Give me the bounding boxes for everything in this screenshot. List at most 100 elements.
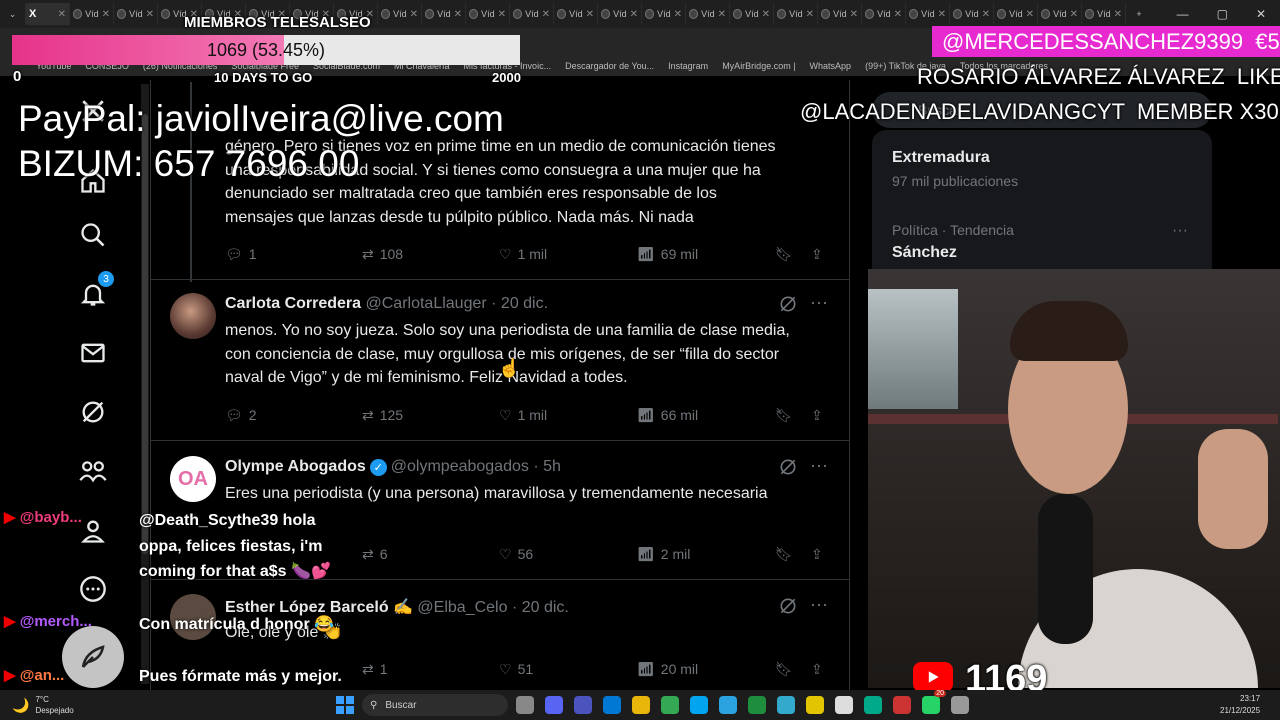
search-icon[interactable] <box>78 220 108 250</box>
communities-icon[interactable] <box>78 456 108 486</box>
browser-tab[interactable]: Víd ✕ <box>70 3 114 25</box>
like-button[interactable]: ♡ 56 <box>499 546 533 563</box>
more-options-icon[interactable]: ··· <box>810 292 828 313</box>
close-icon[interactable]: ✕ <box>102 9 110 20</box>
share-button[interactable]: ⇪ <box>811 246 823 263</box>
avatar[interactable] <box>170 293 216 339</box>
bookmark-item[interactable]: MyAirBridge.com | <box>722 61 795 71</box>
retweet-button[interactable]: ⇄ 6 <box>362 546 388 563</box>
taskbar-app-icon[interactable] <box>545 696 563 714</box>
bookmark-item[interactable]: Instagram <box>668 61 708 71</box>
taskbar-app-icon[interactable] <box>806 696 824 714</box>
close-icon[interactable]: ✕ <box>806 9 814 20</box>
grok-icon[interactable] <box>778 596 798 621</box>
close-icon[interactable]: ✕ <box>674 9 682 20</box>
taskbar-app-icon[interactable] <box>574 696 592 714</box>
retweet-button[interactable]: ⇄ 108 <box>362 246 403 263</box>
close-window-icon[interactable]: ✕ <box>1256 7 1266 21</box>
taskbar-app-icon[interactable] <box>719 696 737 714</box>
close-icon[interactable]: ✕ <box>586 9 594 20</box>
taskbar-app-icon[interactable] <box>516 696 534 714</box>
close-icon[interactable]: ✕ <box>542 9 550 20</box>
close-icon[interactable]: ✕ <box>498 9 506 20</box>
close-icon[interactable]: ✕ <box>1070 9 1078 20</box>
taskbar-app-icon[interactable] <box>893 696 911 714</box>
taskbar-app-icon[interactable] <box>603 696 621 714</box>
browser-tab[interactable]: Víd ✕ <box>730 3 774 25</box>
browser-tab[interactable]: Víd ✕ <box>466 3 510 25</box>
browser-tab[interactable]: Víd ✕ <box>994 3 1038 25</box>
close-icon[interactable]: ✕ <box>58 9 66 20</box>
bookmark-item[interactable]: Descargador de You... <box>565 61 654 71</box>
trend-item[interactable]: Política · Tendencia Sánchez <box>892 222 1014 262</box>
notifications-icon[interactable]: 3 <box>78 271 114 309</box>
bookmark-button[interactable]: 🔖︎ <box>775 246 793 263</box>
browser-tab[interactable]: Víd ✕ <box>378 3 422 25</box>
close-icon[interactable]: ✕ <box>630 9 638 20</box>
taskbar-app-icon[interactable]: 20 <box>922 690 946 714</box>
close-icon[interactable]: ✕ <box>850 9 858 20</box>
close-icon[interactable]: ✕ <box>146 9 154 20</box>
views-button[interactable]: 📶︎ 2 mil <box>637 546 690 563</box>
browser-tab[interactable]: Víd ✕ <box>598 3 642 25</box>
taskbar-search[interactable]: ⚲ Buscar <box>362 694 508 716</box>
maximize-icon[interactable]: ▢ <box>1217 7 1228 21</box>
bookmark-button[interactable]: 🔖︎ <box>775 407 793 424</box>
tab-list-button[interactable]: ⌄ <box>0 3 26 25</box>
browser-tab[interactable]: Víd ✕ <box>906 3 950 25</box>
like-button[interactable]: ♡ 1 mil <box>499 407 547 424</box>
browser-tab[interactable]: Víd ✕ <box>510 3 554 25</box>
tab-x[interactable]: X ✕ <box>26 3 70 25</box>
share-button[interactable]: ⇪ <box>811 407 823 424</box>
browser-tab[interactable]: Víd ✕ <box>1082 3 1126 25</box>
browser-tab[interactable]: Víd ✕ <box>950 3 994 25</box>
trend-item[interactable]: Extremadura 97 mil publicaciones <box>892 149 1018 189</box>
retweet-button[interactable]: ⇄ 125 <box>362 407 403 424</box>
close-icon[interactable]: ✕ <box>1026 9 1034 20</box>
bookmark-item[interactable]: WhatsApp <box>810 61 852 71</box>
close-icon[interactable]: ✕ <box>894 9 902 20</box>
more-options-icon[interactable]: ··· <box>810 594 828 615</box>
new-tab-button[interactable]: + <box>1126 3 1152 25</box>
browser-tab[interactable]: Víd ✕ <box>1038 3 1082 25</box>
browser-tab[interactable]: Víd ✕ <box>774 3 818 25</box>
bookmark-button[interactable]: 🔖︎ <box>775 546 793 563</box>
grok-icon[interactable] <box>778 294 798 319</box>
more-options-icon[interactable]: ··· <box>1172 222 1188 240</box>
browser-tab[interactable]: Víd ✕ <box>554 3 598 25</box>
close-icon[interactable]: ✕ <box>1114 9 1122 20</box>
windows-start-icon[interactable] <box>336 696 354 714</box>
close-icon[interactable]: ✕ <box>762 9 770 20</box>
reply-button[interactable]: 💬︎ 1 <box>225 246 257 263</box>
browser-tab[interactable]: Víd ✕ <box>422 3 466 25</box>
avatar[interactable]: OA <box>170 456 216 502</box>
author-handle[interactable]: @CarlotaLlauger · 20 dic. <box>366 295 549 312</box>
browser-tab[interactable]: Víd ✕ <box>686 3 730 25</box>
more-options-icon[interactable]: ··· <box>810 455 828 476</box>
close-icon[interactable]: ✕ <box>982 9 990 20</box>
browser-tab[interactable]: Víd ✕ <box>862 3 906 25</box>
retweet-button[interactable]: ⇄ 1 <box>362 661 388 678</box>
minimize-icon[interactable]: — <box>1177 7 1189 21</box>
browser-tab[interactable]: Víd ✕ <box>114 3 158 25</box>
views-button[interactable]: 📶︎ 20 mil <box>637 661 698 678</box>
bookmark-button[interactable]: 🔖︎ <box>775 661 793 678</box>
close-icon[interactable]: ✕ <box>938 9 946 20</box>
reply-button[interactable]: 💬︎ 2 <box>225 407 257 424</box>
views-button[interactable]: 📶︎ 69 mil <box>637 246 698 263</box>
clock[interactable]: 23:17 21/12/2025 <box>1220 693 1260 717</box>
close-icon[interactable]: ✕ <box>718 9 726 20</box>
author-name[interactable]: Olympe Abogados <box>225 458 366 476</box>
grok-icon[interactable] <box>78 397 108 427</box>
grok-icon[interactable] <box>778 457 798 482</box>
taskbar-app-icon[interactable] <box>661 696 679 714</box>
taskbar-app-icon[interactable] <box>777 696 795 714</box>
browser-tab[interactable]: Víd ✕ <box>642 3 686 25</box>
author-handle[interactable]: @Elba_Celo · 20 dic. <box>417 599 568 616</box>
like-button[interactable]: ♡ 1 mil <box>499 246 547 263</box>
close-icon[interactable]: ✕ <box>454 9 462 20</box>
taskbar-app-icon[interactable] <box>632 696 650 714</box>
like-button[interactable]: ♡ 51 <box>499 661 533 678</box>
messages-icon[interactable] <box>78 338 108 368</box>
author-name[interactable]: Carlota Corredera <box>225 295 361 312</box>
